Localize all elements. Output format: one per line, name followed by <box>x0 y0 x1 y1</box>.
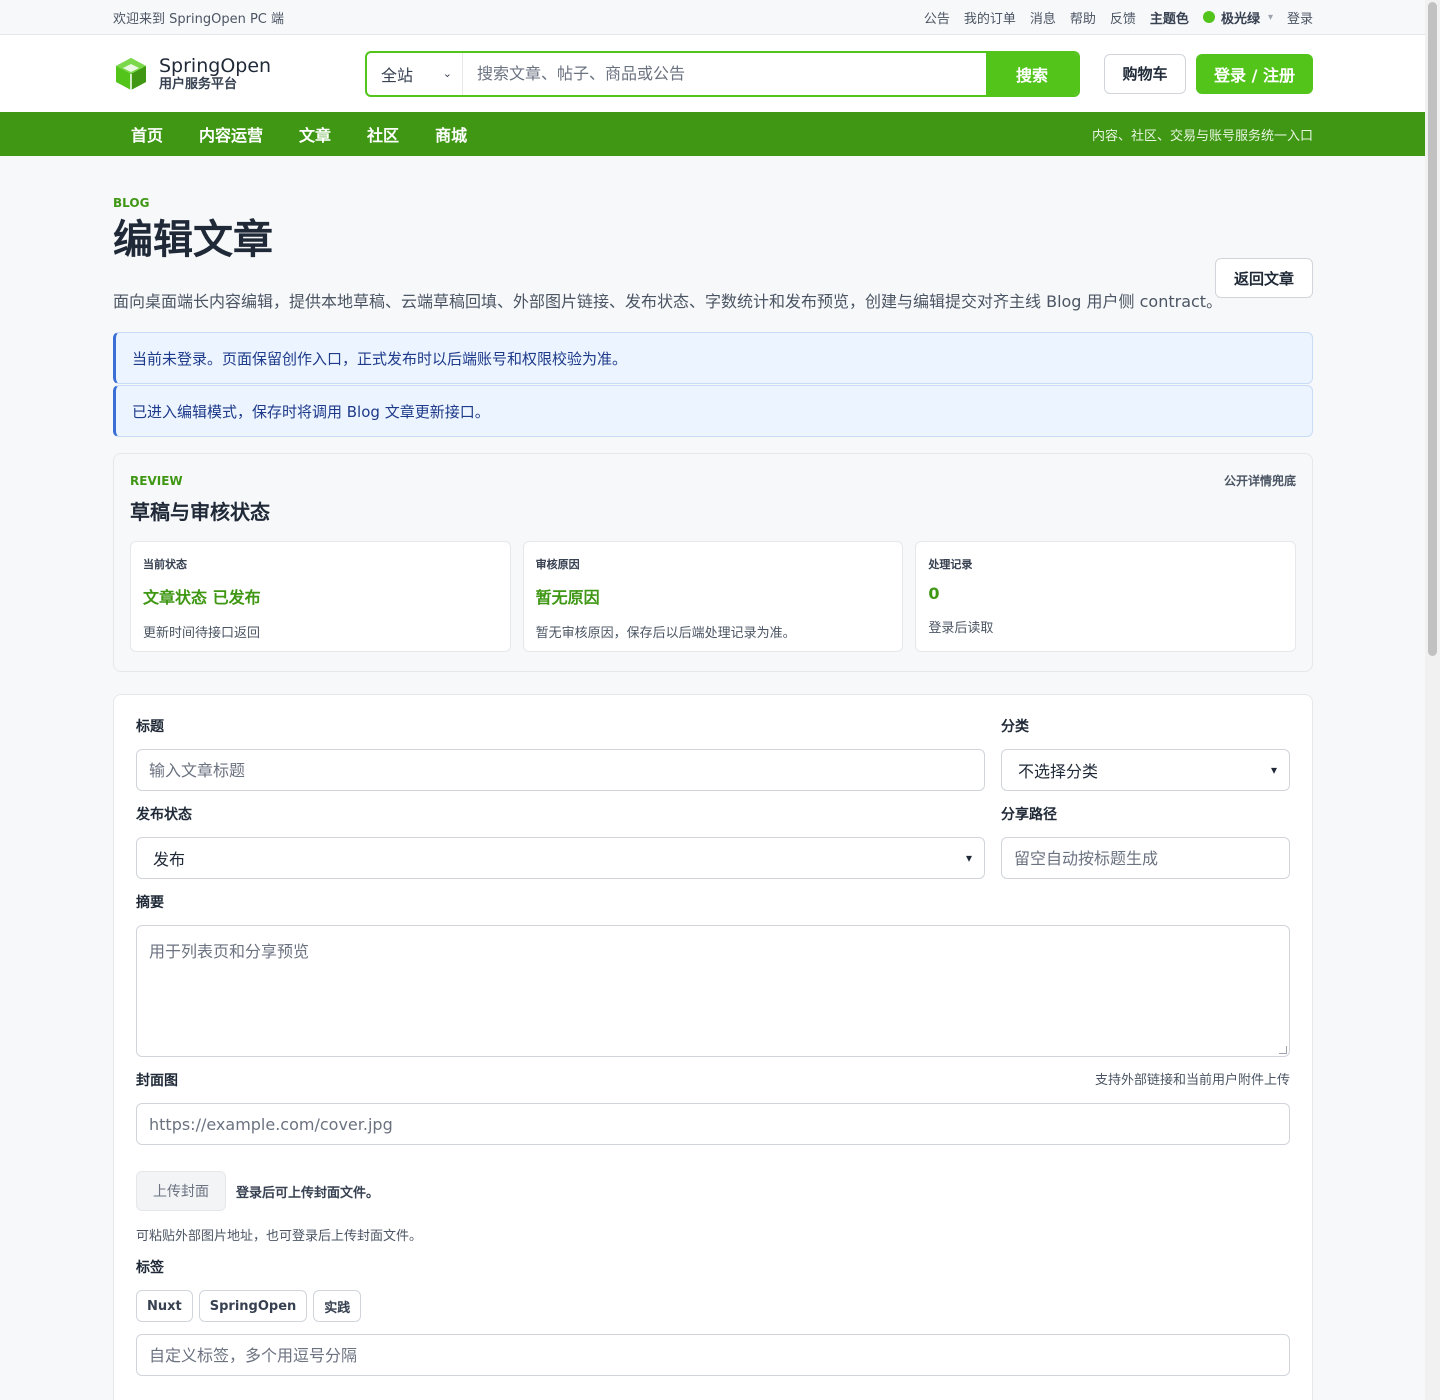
status-select[interactable]: 发布 ▾ <box>136 837 985 879</box>
stat-label: 当前状态 <box>143 558 187 571</box>
chevron-down-icon: ▾ <box>1270 763 1277 777</box>
tag-chip[interactable]: 实践 <box>313 1290 362 1322</box>
stat-label: 审核原因 <box>535 558 580 571</box>
theme-label: 主题色 <box>1149 11 1189 27</box>
category-label: 分类 <box>1001 719 1029 735</box>
link-my-orders[interactable]: 我的订单 <box>964 8 1016 27</box>
stat-value: 暂无原因 <box>535 588 600 607</box>
resize-handle-icon[interactable] <box>1279 1046 1287 1054</box>
chevron-down-icon: ⌄ <box>442 67 452 80</box>
summary-placeholder: 用于列表页和分享预览 <box>149 942 310 961</box>
logo[interactable]: SpringOpen 用户服务平台 <box>113 55 365 93</box>
page-content: BLOG 编辑文章 返回文章 面向桌面端长内容编辑，提供本地草稿、云端草稿回填、… <box>113 196 1313 1400</box>
summary-label: 摘要 <box>136 895 164 911</box>
review-status-card: REVIEW 草稿与审核状态 公开详情兜底 当前状态 文章状态 已发布 更新时间… <box>113 453 1313 672</box>
cover-url-input[interactable] <box>136 1103 1290 1145</box>
site-header: SpringOpen 用户服务平台 全站 ⌄ 搜索 购物车 登录 / 注册 <box>0 35 1440 112</box>
search-button[interactable]: 搜索 <box>986 52 1078 95</box>
cover-hint: 支持外部链接和当前用户附件上传 <box>1094 1073 1290 1088</box>
page-scrollbar[interactable] <box>1425 0 1440 1400</box>
logo-subtitle: 用户服务平台 <box>159 76 238 92</box>
theme-name: 极光绿 <box>1220 11 1260 27</box>
tag-chip[interactable]: SpringOpen <box>198 1290 308 1322</box>
nav-item-home[interactable]: 首页 <box>113 122 181 146</box>
link-messages[interactable]: 消息 <box>1030 8 1056 27</box>
cover-help-text: 可粘贴外部图片地址，也可登录后上传封面文件。 <box>136 1229 423 1244</box>
custom-tags-input[interactable] <box>136 1334 1290 1376</box>
logo-title: SpringOpen <box>159 54 272 77</box>
public-detail-fallback-link[interactable]: 公开详情兜底 <box>1224 472 1296 489</box>
nav-item-articles[interactable]: 文章 <box>281 122 349 146</box>
category-select[interactable]: 不选择分类 ▾ <box>1001 749 1290 791</box>
search-scope-value: 全站 <box>381 65 414 85</box>
title-label: 标题 <box>136 719 164 735</box>
nav-tagline: 内容、社区、交易与账号服务统一入口 <box>1091 128 1313 144</box>
link-help[interactable]: 帮助 <box>1070 8 1096 27</box>
stat-note: 更新时间待接口返回 <box>143 626 261 641</box>
nav-item-community[interactable]: 社区 <box>349 122 417 146</box>
link-announcements[interactable]: 公告 <box>924 8 950 27</box>
main-nav: 首页 内容运营 文章 社区 商城 内容、社区、交易与账号服务统一入口 <box>0 112 1440 156</box>
category-select-value: 不选择分类 <box>1018 762 1099 781</box>
theme-color-dot <box>1202 11 1215 23</box>
theme-selector[interactable]: 极光绿 ▾ <box>1202 8 1273 27</box>
tags-label: 标签 <box>136 1260 164 1276</box>
stat-label: 处理记录 <box>928 558 973 571</box>
top-utility-bar: 欢迎来到 SpringOpen PC 端 公告 我的订单 消息 帮助 反馈 主题… <box>0 0 1440 35</box>
link-login[interactable]: 登录 <box>1287 8 1313 27</box>
welcome-text: 欢迎来到 SpringOpen PC 端 <box>113 11 284 27</box>
login-register-button[interactable]: 登录 / 注册 <box>1196 53 1313 94</box>
scrollbar-thumb[interactable] <box>1428 2 1437 656</box>
review-eyebrow: REVIEW <box>130 474 183 488</box>
article-form: 标题 分类 不选择分类 ▾ 发布状态 发布 ▾ 分享路径 <box>113 694 1313 1400</box>
search-scope-select[interactable]: 全站 ⌄ <box>367 52 463 95</box>
upload-cover-button[interactable]: 上传封面 <box>136 1171 226 1211</box>
chevron-down-icon: ▾ <box>965 851 972 865</box>
link-feedback[interactable]: 反馈 <box>1110 8 1136 27</box>
page-description: 面向桌面端长内容编辑，提供本地草稿、云端草稿回填、外部图片链接、发布状态、字数统… <box>113 292 1223 311</box>
page-title: 编辑文章 <box>113 217 273 263</box>
caret-down-icon: ▾ <box>1267 11 1273 23</box>
review-title: 草稿与审核状态 <box>130 500 270 524</box>
edit-mode-notice: 已进入编辑模式，保存时将调用 Blog 文章更新接口。 <box>113 385 1313 437</box>
stat-value: 0 <box>928 584 940 603</box>
summary-textarea[interactable]: 用于列表页和分享预览 <box>136 925 1290 1057</box>
title-input[interactable] <box>136 749 985 791</box>
share-path-input[interactable] <box>1001 837 1290 879</box>
cart-button[interactable]: 购物车 <box>1104 53 1186 94</box>
stat-processing-records: 处理记录 0 登录后读取 <box>915 541 1297 652</box>
status-label: 发布状态 <box>136 807 192 823</box>
status-select-value: 发布 <box>153 850 186 869</box>
tag-list: Nuxt SpringOpen 实践 <box>136 1290 1290 1322</box>
back-to-article-button[interactable]: 返回文章 <box>1215 258 1313 298</box>
search-input[interactable] <box>463 52 986 95</box>
nav-item-mall[interactable]: 商城 <box>417 122 485 146</box>
nav-item-content-ops[interactable]: 内容运营 <box>181 122 281 146</box>
cube-logo-icon <box>116 57 146 90</box>
search-bar: 全站 ⌄ 搜索 <box>365 50 1080 97</box>
stat-value: 文章状态 已发布 <box>143 588 261 607</box>
tag-chip[interactable]: Nuxt <box>136 1290 193 1322</box>
share-path-label: 分享路径 <box>1001 807 1057 823</box>
cover-label: 封面图 <box>136 1073 178 1089</box>
upload-note: 登录后可上传封面文件。 <box>236 1185 380 1201</box>
stat-note: 暂无审核原因，保存后以后端处理记录为准。 <box>535 626 796 641</box>
login-notice: 当前未登录。页面保留创作入口，正式发布时以后端账号和权限校验为准。 <box>113 332 1313 384</box>
stat-current-status: 当前状态 文章状态 已发布 更新时间待接口返回 <box>130 541 511 652</box>
page-eyebrow: BLOG <box>113 196 150 210</box>
utility-links: 公告 我的订单 消息 帮助 反馈 主题色 极光绿 ▾ 登录 <box>924 8 1313 27</box>
stat-note: 登录后读取 <box>928 621 994 636</box>
stat-review-reason: 审核原因 暂无原因 暂无审核原因，保存后以后端处理记录为准。 <box>522 541 904 652</box>
